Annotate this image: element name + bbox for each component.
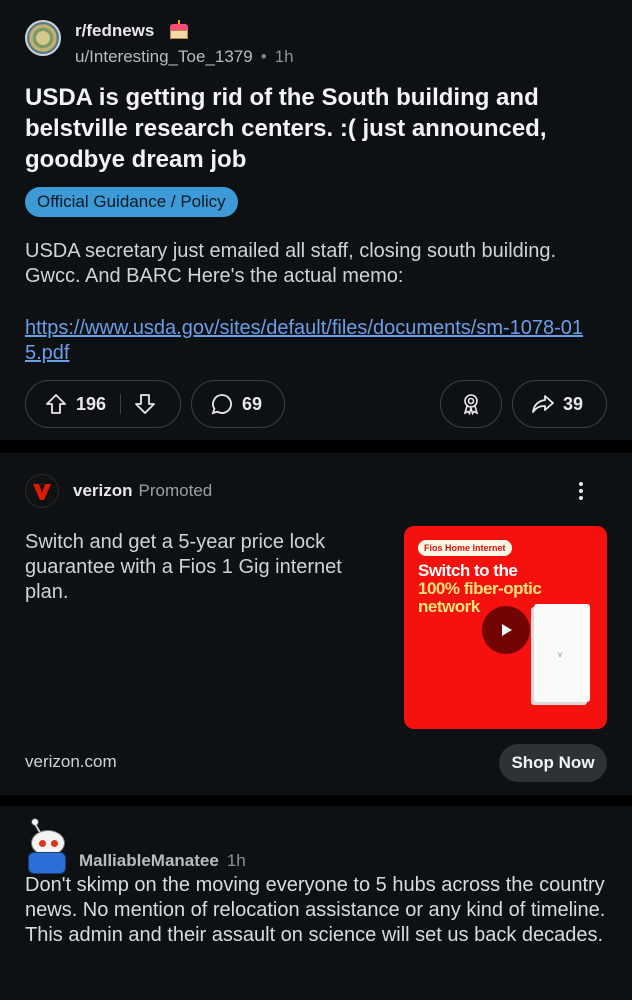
share-count: 39 — [563, 393, 584, 414]
vote-divider — [120, 394, 122, 414]
share-arrow-icon — [532, 395, 554, 413]
ad-header: verizon Promoted — [25, 473, 607, 509]
downvote-icon[interactable] — [133, 392, 157, 416]
post-flair[interactable]: Official Guidance / Policy — [25, 187, 238, 217]
vote-count: 196 — [76, 393, 107, 414]
comment-body: Don't skimp on the moving everyone to 5 … — [25, 874, 606, 946]
subreddit-row: r/fednews — [75, 20, 294, 40]
upvote-icon[interactable] — [44, 392, 68, 416]
promoted-label: Promoted — [138, 481, 213, 500]
user-avatar[interactable] — [25, 818, 71, 876]
post-header: r/fednews u/Interesting_Toe_1379 • 1h — [25, 20, 294, 65]
comment-author[interactable]: MalliableManatee — [79, 851, 219, 871]
post-meta: r/fednews u/Interesting_Toe_1379 • 1h — [75, 20, 294, 65]
comment-header: MalliableManatee 1h — [25, 818, 246, 876]
verizon-logo-icon[interactable] — [25, 474, 59, 508]
promoted-ad-card: verizon Promoted Switch and get a 5-year… — [0, 453, 632, 795]
shop-now-button[interactable]: Shop Now — [499, 744, 607, 782]
post-title[interactable]: USDA is getting rid of the South buildin… — [25, 82, 615, 175]
award-icon — [463, 394, 479, 416]
post-author[interactable]: u/Interesting_Toe_1379 — [75, 48, 253, 65]
ad-headline-line-1: Switch to the — [418, 561, 518, 580]
advertiser-name[interactable]: verizon — [73, 481, 133, 501]
vote-bar: 196 — [25, 380, 181, 428]
author-row: u/Interesting_Toe_1379 • 1h — [75, 48, 294, 65]
post-time: 1h — [274, 47, 294, 66]
ad-headline-line-2: 100% fiber-optic — [418, 579, 542, 598]
post-body: USDA secretary just emailed all staff, c… — [25, 240, 557, 287]
more-options-icon[interactable] — [569, 479, 593, 503]
comment-bubble-icon — [211, 394, 232, 415]
comments-button[interactable]: 69 — [191, 380, 285, 428]
ad-text[interactable]: Switch and get a 5-year price lock guara… — [25, 530, 375, 605]
subreddit-name[interactable]: r/fednews — [75, 22, 154, 39]
post-card: r/fednews u/Interesting_Toe_1379 • 1h US… — [0, 0, 632, 440]
comment-count: 69 — [242, 393, 263, 414]
ad-domain[interactable]: verizon.com — [25, 752, 117, 772]
cake-icon — [168, 20, 190, 40]
ad-image-tag: Fios Home Internet — [418, 540, 512, 556]
comment-card: MalliableManatee 1h Don't skimp on the m… — [0, 806, 632, 1000]
router-image: v — [534, 604, 590, 702]
ad-video-thumbnail[interactable]: Fios Home Internet Switch to the 100% fi… — [404, 526, 607, 729]
share-button[interactable]: 39 — [512, 380, 607, 428]
comment-time: 1h — [226, 851, 246, 870]
play-icon[interactable] — [482, 606, 530, 654]
post-link[interactable]: https://www.usda.gov/sites/default/files… — [25, 316, 585, 366]
subreddit-avatar[interactable] — [25, 20, 61, 56]
award-button[interactable] — [440, 380, 502, 428]
separator-dot: • — [260, 47, 267, 66]
